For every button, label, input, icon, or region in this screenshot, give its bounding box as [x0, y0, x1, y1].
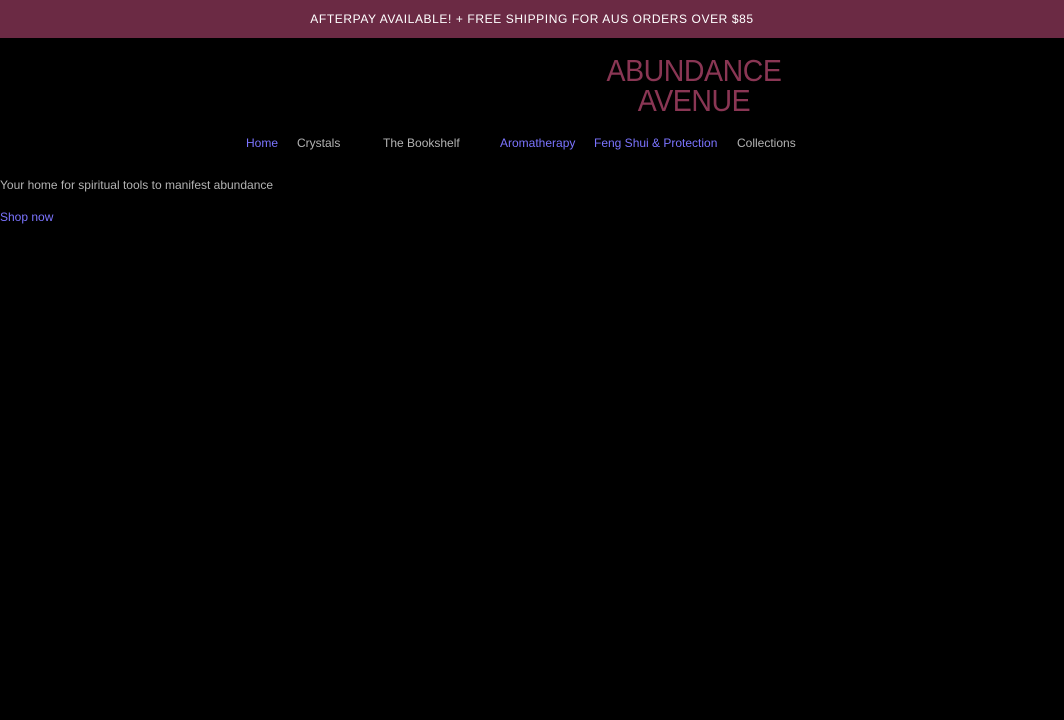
nav-item-crystals[interactable]: Crystals — [297, 136, 340, 150]
logo-line-2: AVENUE — [637, 83, 751, 118]
hero-tagline: Your home for spiritual tools to manifes… — [0, 178, 274, 192]
nav-item-home[interactable]: Home — [246, 136, 278, 150]
nav-item-feng-shui-protection[interactable]: Feng Shui & Protection — [594, 136, 717, 150]
logo-line-1: ABUNDANCE — [606, 53, 782, 88]
shop-now-link[interactable]: Shop now — [0, 210, 53, 224]
nav-item-collections[interactable]: Collections — [737, 136, 796, 150]
nav-item-aromatherapy[interactable]: Aromatherapy — [500, 136, 575, 150]
site-logo[interactable]: ABUNDANCE AVENUE — [604, 53, 784, 118]
announcement-text: AFTERPAY AVAILABLE! + FREE SHIPPING FOR … — [310, 12, 754, 26]
nav-item-the-bookshelf[interactable]: The Bookshelf — [383, 136, 460, 150]
announcement-bar: AFTERPAY AVAILABLE! + FREE SHIPPING FOR … — [0, 0, 1064, 38]
main-nav: Home Crystals The Bookshelf Aromatherapy… — [0, 136, 1064, 154]
